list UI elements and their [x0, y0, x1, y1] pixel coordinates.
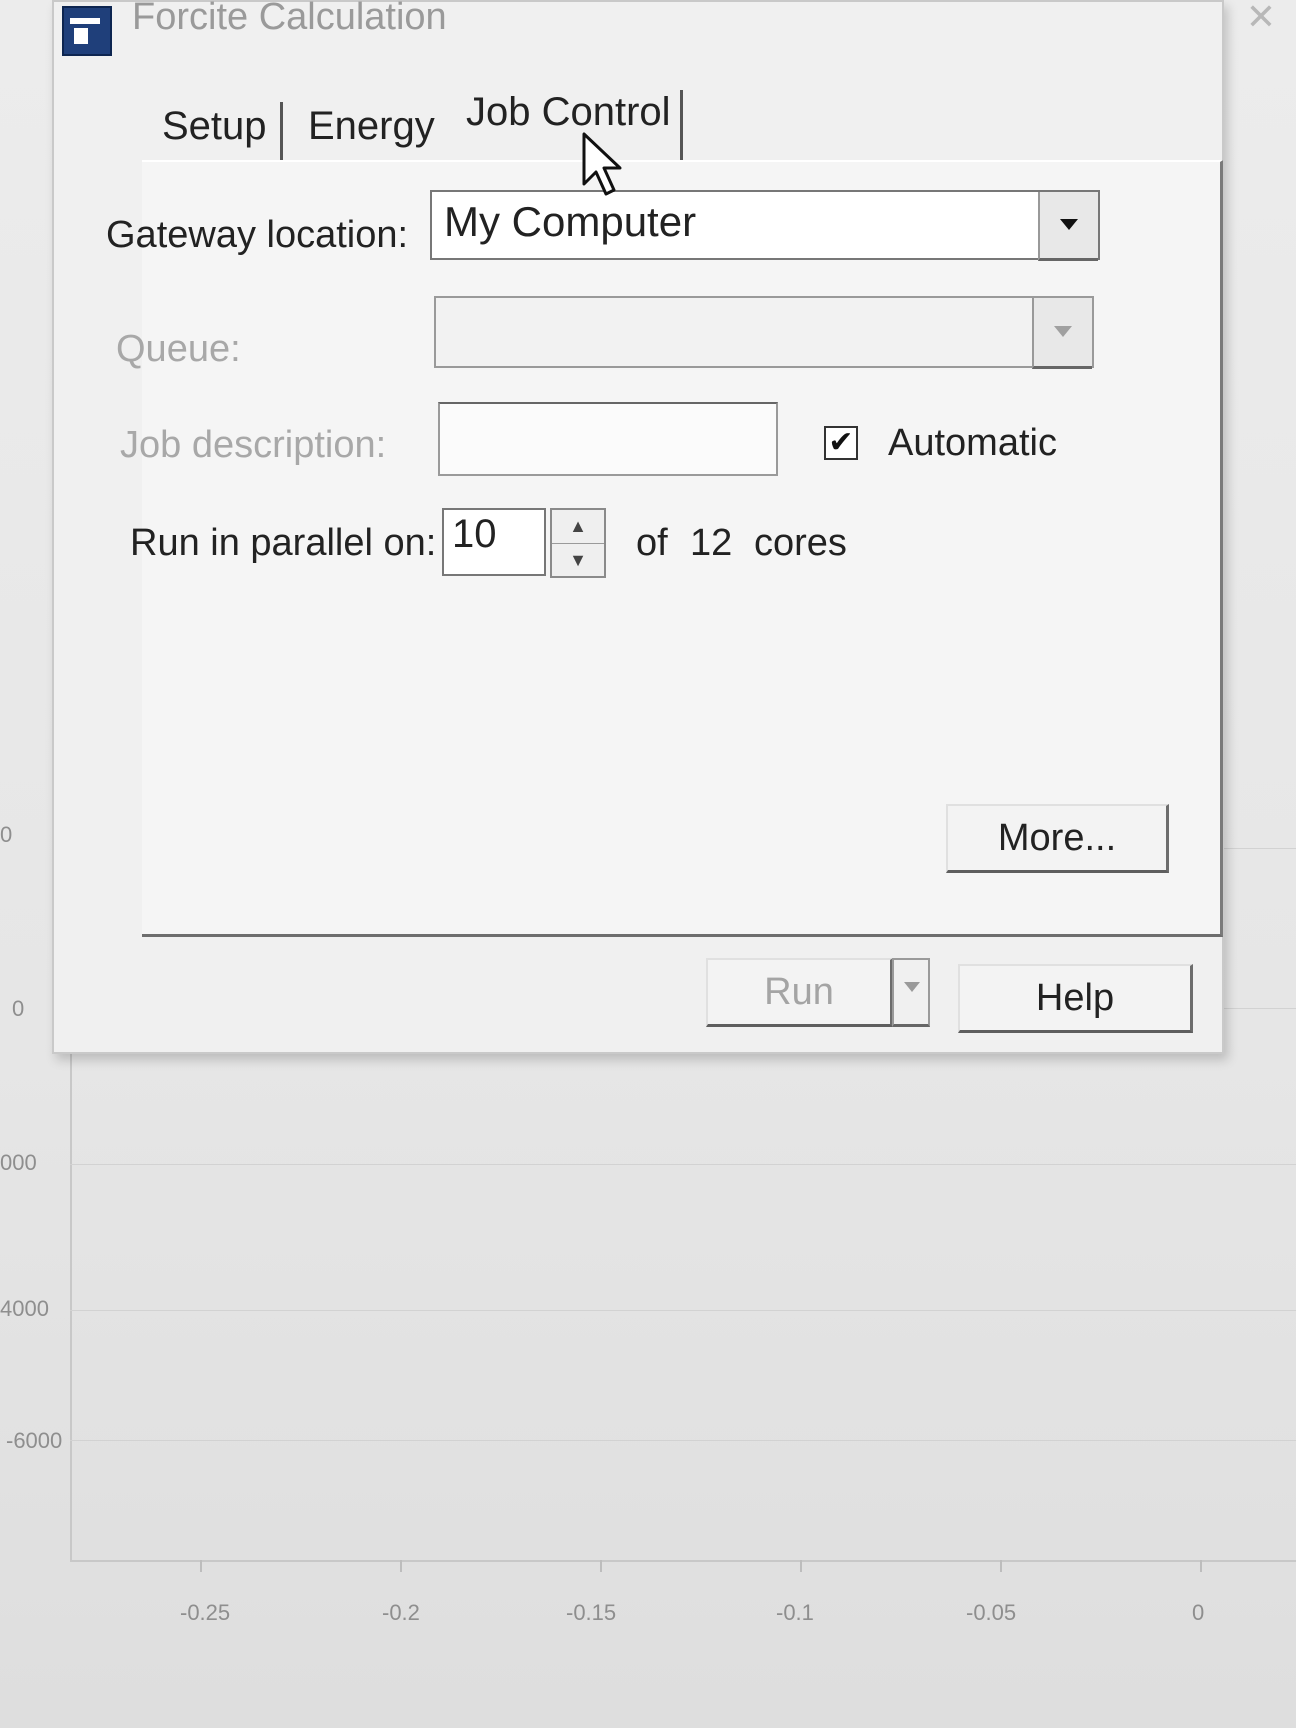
forcite-calculation-dialog: Forcite Calculation Setup Energy Job Con… — [52, 0, 1224, 1054]
cores-value: 10 — [452, 512, 497, 556]
y-tick-label: -6000 — [6, 1428, 63, 1453]
plot-gridline — [70, 1440, 1296, 1441]
cores-total: 12 — [690, 522, 733, 564]
gateway-location-select[interactable]: My Computer — [430, 190, 1100, 261]
x-tick-mark — [1200, 1560, 1202, 1572]
gateway-location-label: Gateway location: — [106, 214, 409, 256]
tab-setup[interactable]: Setup — [162, 104, 267, 149]
plot-gridline — [70, 1310, 1296, 1311]
mouse-cursor-icon — [582, 132, 622, 196]
cores-spinner[interactable]: ▲ ▼ — [550, 508, 606, 578]
y-tick-label: 4000 — [0, 1296, 49, 1321]
tab-job-control[interactable]: Job Control — [466, 90, 671, 135]
cores-label: cores — [754, 522, 847, 564]
job-description-label: Job description: — [120, 424, 387, 466]
queue-label: Queue: — [116, 328, 241, 370]
tab-separator — [280, 102, 283, 160]
y-tick-label: 0 — [12, 996, 25, 1021]
automatic-checkbox[interactable]: ✔ — [824, 426, 858, 460]
queue-select[interactable] — [434, 296, 1094, 369]
x-tick-label: -0.2 — [382, 1600, 420, 1625]
spin-down-icon[interactable]: ▼ — [552, 543, 604, 576]
x-tick-mark — [200, 1560, 202, 1572]
spin-up-icon[interactable]: ▲ — [552, 510, 604, 542]
x-tick-label: -0.1 — [776, 1600, 814, 1625]
x-tick-label: 0 — [1192, 1600, 1205, 1625]
y-tick-label: 000 — [0, 1150, 37, 1175]
run-in-parallel-label: Run in parallel on: — [130, 522, 437, 564]
job-description-input[interactable] — [438, 402, 778, 476]
window-title: Forcite Calculation — [132, 0, 447, 38]
help-button[interactable]: Help — [958, 964, 1193, 1033]
close-icon[interactable]: ✕ — [1246, 0, 1276, 38]
x-tick-label: -0.05 — [966, 1600, 1017, 1625]
run-button[interactable]: Run — [706, 958, 893, 1027]
x-tick-mark — [800, 1560, 802, 1572]
gateway-location-value: My Computer — [444, 198, 697, 245]
x-tick-label: -0.25 — [180, 1600, 231, 1625]
of-label: of — [636, 522, 668, 564]
x-tick-mark — [400, 1560, 402, 1572]
x-tick-mark — [1000, 1560, 1002, 1572]
tab-separator — [680, 90, 683, 160]
dropdown-arrow-icon[interactable] — [1038, 192, 1098, 261]
automatic-label: Automatic — [888, 422, 1057, 464]
app-icon — [62, 6, 112, 56]
y-tick-label: 0 — [0, 822, 13, 847]
plot-gridline — [70, 1164, 1296, 1165]
x-tick-mark — [600, 1560, 602, 1572]
dropdown-arrow-icon[interactable] — [1032, 298, 1092, 369]
run-dropdown-arrow-icon[interactable] — [892, 958, 930, 1027]
more-button[interactable]: More... — [946, 804, 1169, 873]
title-bar[interactable]: Forcite Calculation — [54, 0, 1222, 56]
cores-input[interactable]: 10 — [442, 508, 546, 576]
tab-energy[interactable]: Energy — [308, 104, 435, 149]
x-tick-label: -0.15 — [566, 1600, 617, 1625]
